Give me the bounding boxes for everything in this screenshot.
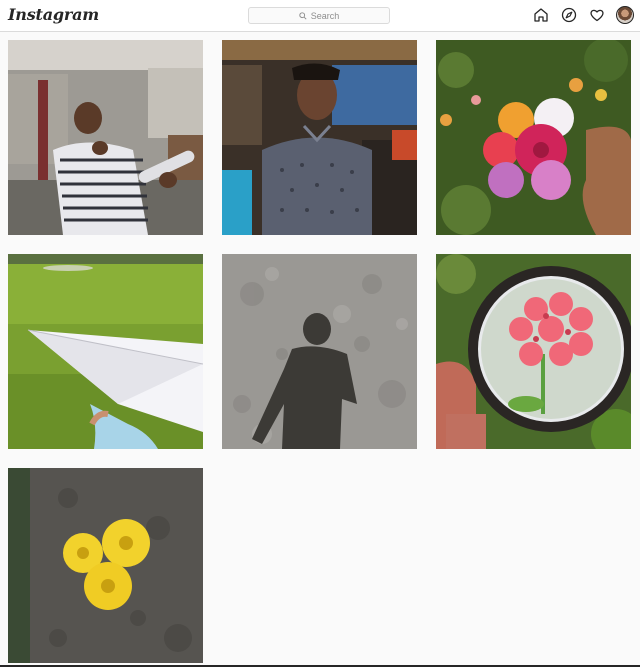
- explore-button[interactable]: [560, 6, 578, 24]
- home-button[interactable]: [532, 6, 550, 24]
- search-input[interactable]: Search: [248, 7, 390, 24]
- post-tile-1[interactable]: [8, 40, 203, 235]
- post-image: [436, 40, 631, 235]
- post-image: [8, 40, 203, 235]
- post-image: [222, 254, 417, 449]
- activity-button[interactable]: [588, 6, 606, 24]
- search-placeholder: Search: [310, 10, 340, 21]
- post-tile-3[interactable]: [436, 40, 631, 235]
- post-image: [8, 468, 203, 663]
- top-navigation-bar: Instagram Search: [0, 0, 640, 32]
- home-icon: [534, 8, 548, 22]
- avatar: [616, 6, 634, 24]
- compass-icon: [561, 7, 577, 23]
- post-image: [222, 40, 417, 235]
- post-tile-7[interactable]: [8, 468, 203, 663]
- post-tile-5[interactable]: [222, 254, 417, 449]
- post-tile-4[interactable]: [8, 254, 203, 449]
- instagram-logo[interactable]: Instagram: [8, 5, 99, 24]
- profile-button[interactable]: [616, 6, 634, 24]
- post-tile-6[interactable]: [436, 254, 631, 449]
- post-image: [8, 254, 203, 449]
- nav-icons: [532, 6, 634, 24]
- post-image: [436, 254, 631, 449]
- search-icon: [299, 11, 307, 20]
- post-tile-2[interactable]: [222, 40, 417, 235]
- heart-icon: [590, 9, 604, 22]
